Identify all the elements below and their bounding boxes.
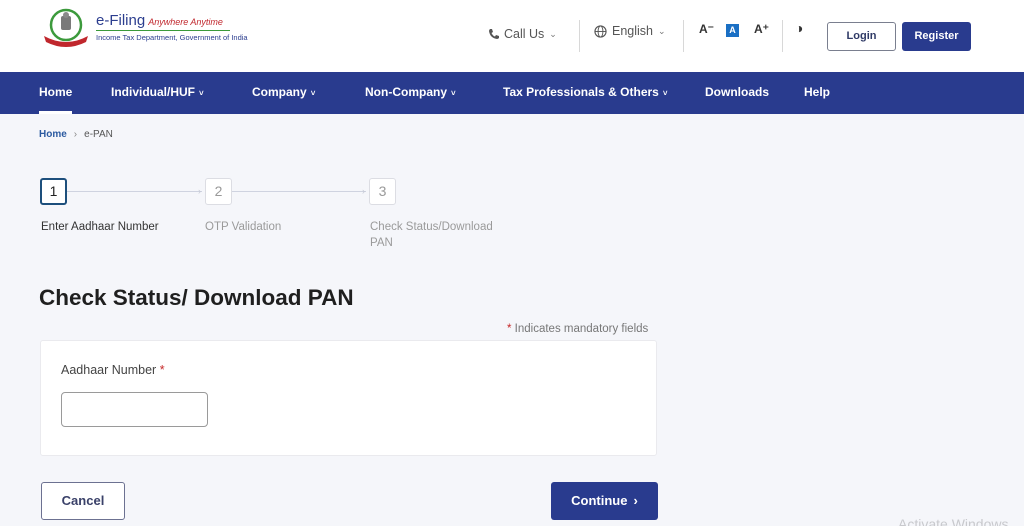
language-dropdown[interactable]: English ⌄ bbox=[594, 17, 666, 45]
phone-icon bbox=[489, 29, 499, 39]
main-nav: Home Individual/HUF ˅ Company ˅ Non-Compan… bbox=[0, 72, 1024, 114]
font-decrease-button[interactable]: A⁻ bbox=[699, 22, 714, 36]
nav-label: Downloads bbox=[705, 85, 770, 99]
step-connector bbox=[67, 191, 202, 192]
register-button[interactable]: Register bbox=[902, 22, 971, 51]
nav-label: Individual/HUF bbox=[111, 85, 195, 99]
nav-label: Company bbox=[252, 85, 307, 99]
breadcrumb: Home › e-PAN bbox=[39, 129, 113, 140]
nav-item-company[interactable]: Company ˅ bbox=[252, 72, 315, 114]
efiling-logo[interactable]: e-Filing Anywhere Anytime Income Tax Depa… bbox=[38, 8, 248, 50]
chevron-down-icon: ⌄ bbox=[658, 25, 666, 36]
step-arrow-icon: › bbox=[362, 186, 365, 196]
language-label: English bbox=[612, 24, 653, 38]
nav-item-individual-huf[interactable]: Individual/HUF ˅ bbox=[111, 72, 204, 114]
globe-icon bbox=[594, 24, 607, 38]
cancel-button[interactable]: Cancel bbox=[41, 482, 125, 520]
os-activation-watermark: Activate Windows bbox=[898, 516, 1009, 526]
login-button[interactable]: Login bbox=[827, 22, 896, 51]
step-2-label: OTP Validation bbox=[205, 221, 282, 233]
nav-item-tax-professionals[interactable]: Tax Professionals & Others ˅ bbox=[503, 72, 668, 114]
page-title: Check Status/ Download PAN bbox=[39, 285, 354, 310]
aadhaar-number-input[interactable] bbox=[61, 392, 208, 427]
logo-title: e-Filing Anywhere Anytime bbox=[96, 12, 223, 29]
step-3-indicator: 3 bbox=[369, 178, 396, 205]
site-header: e-Filing Anywhere Anytime Income Tax Depa… bbox=[0, 0, 1024, 72]
chevron-down-icon: ˅ bbox=[199, 89, 204, 98]
contrast-icon[interactable]: ◑ bbox=[795, 20, 803, 36]
nav-item-non-company[interactable]: Non-Company ˅ bbox=[365, 72, 456, 114]
continue-button[interactable]: Continue › bbox=[551, 482, 658, 520]
continue-label: Continue bbox=[571, 493, 628, 508]
nav-label: Non-Company bbox=[365, 85, 447, 99]
chevron-down-icon: ⌄ bbox=[549, 28, 557, 39]
mandatory-note: * Indicates mandatory fields bbox=[507, 323, 648, 335]
step-1-label: Enter Aadhaar Number bbox=[41, 221, 159, 233]
header-divider bbox=[782, 20, 783, 52]
breadcrumb-home-link[interactable]: Home bbox=[39, 129, 67, 140]
chevron-down-icon: ˅ bbox=[451, 89, 456, 98]
mandatory-note-text: Indicates mandatory fields bbox=[511, 323, 649, 335]
logo-subtitle: Income Tax Department, Government of Ind… bbox=[96, 33, 248, 42]
step-1-indicator: 1 bbox=[40, 178, 67, 205]
aadhaar-label: Aadhaar Number * bbox=[61, 363, 165, 377]
step-connector bbox=[232, 191, 366, 192]
chevron-down-icon: ˅ bbox=[310, 89, 316, 98]
step-arrow-icon: › bbox=[198, 186, 201, 196]
nav-item-downloads[interactable]: Downloads bbox=[705, 72, 769, 114]
call-us-dropdown[interactable]: Call Us ⌄ bbox=[488, 20, 557, 48]
breadcrumb-separator-icon: › bbox=[73, 129, 78, 140]
nav-item-home[interactable]: Home bbox=[39, 72, 73, 114]
required-asterisk: * bbox=[159, 363, 165, 377]
breadcrumb-current: e-PAN bbox=[84, 129, 113, 140]
aadhaar-form-card: Aadhaar Number * bbox=[40, 340, 657, 456]
header-divider bbox=[579, 20, 580, 52]
step-3-label: Check Status/Download PAN bbox=[370, 221, 493, 249]
emblem-icon bbox=[44, 8, 88, 47]
nav-label: Tax Professionals & Others bbox=[503, 85, 659, 99]
aadhaar-label-text: Aadhaar Number bbox=[61, 363, 157, 377]
header-divider bbox=[683, 20, 684, 52]
logo-divider bbox=[96, 30, 230, 31]
font-default-button[interactable]: A bbox=[726, 24, 739, 37]
nav-label: Help bbox=[804, 85, 831, 99]
step-2-indicator: 2 bbox=[205, 178, 232, 205]
nav-item-help[interactable]: Help bbox=[804, 72, 830, 114]
chevron-down-icon: ˅ bbox=[662, 89, 668, 98]
call-us-label: Call Us bbox=[504, 27, 545, 41]
chevron-right-icon: › bbox=[633, 493, 638, 508]
font-increase-button[interactable]: A⁺ bbox=[754, 22, 769, 36]
nav-label: Home bbox=[39, 85, 73, 99]
